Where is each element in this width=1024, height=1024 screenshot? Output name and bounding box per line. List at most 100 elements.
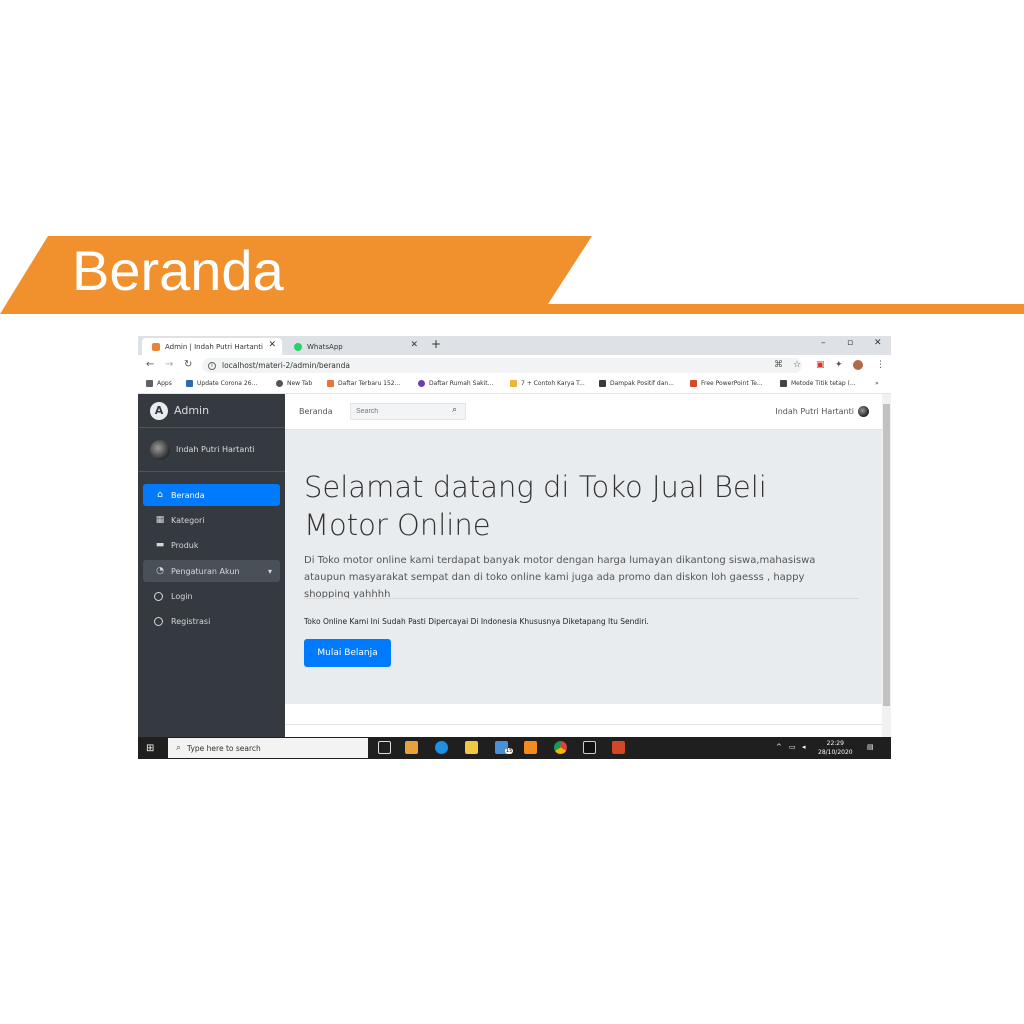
sidebar-item-label: Beranda (171, 490, 205, 500)
screenshot: Admin | Indah Putri Hartanti ✕ WhatsApp … (138, 336, 891, 759)
terminal-icon[interactable] (583, 741, 596, 754)
gauge-icon: ◔ (156, 566, 164, 576)
windows-start-icon[interactable]: ⊞ (146, 743, 154, 754)
menu-icon[interactable]: ⋮ (876, 360, 885, 370)
brand-text: Admin (174, 404, 210, 417)
file-explorer-icon[interactable] (465, 741, 478, 754)
url-text: localhost/materi-2/admin/beranda (222, 361, 351, 370)
lead-text: Di Toko motor online kami terdapat banya… (304, 555, 816, 600)
sidebar-item-pengaturan-akun[interactable]: ◔ Pengaturan Akun ▾ (143, 560, 280, 582)
bookmark-icon (418, 380, 425, 387)
profile-icon[interactable] (853, 360, 863, 370)
bookmark-item[interactable]: Daftar Rumah Sakit... (418, 380, 493, 387)
info-icon[interactable]: i (208, 361, 216, 370)
user-panel[interactable]: Indah Putri Hartanti (138, 428, 285, 472)
minimize-icon[interactable]: – (821, 338, 826, 348)
bookmark-item[interactable]: Dampak Positif dan... (599, 380, 674, 387)
bookmark-item[interactable]: New Tab (276, 380, 312, 387)
circle-icon (154, 616, 163, 626)
sidebar-item-label: Kategori (171, 515, 205, 525)
grid-icon: ▦ (155, 515, 165, 525)
volume-icon[interactable]: ◂ (802, 743, 806, 751)
sidebar-item-beranda[interactable]: ⌂ Beranda (143, 484, 280, 506)
sidebar-item-label: Pengaturan Akun (171, 566, 240, 576)
slide: Beranda Admin | Indah Putri Hartanti ✕ W… (0, 0, 1024, 1024)
whatsapp-icon (294, 342, 302, 351)
reload-icon[interactable]: ↻ (184, 359, 192, 370)
bookmark-icon (327, 380, 334, 387)
tab-label: WhatsApp (307, 342, 343, 351)
bookmark-item[interactable]: 7 + Contoh Karya T... (510, 380, 585, 387)
sidebar-item-produk[interactable]: ▬ Produk (143, 534, 280, 556)
sidebar-item-login[interactable]: Login (143, 585, 280, 607)
bookmark-icon (780, 380, 787, 387)
top-navbar: Beranda ⌕ Indah Putri Hartanti (285, 394, 885, 430)
divider (304, 598, 859, 599)
browser-tabbar: Admin | Indah Putri Hartanti ✕ WhatsApp … (138, 336, 891, 355)
bookmark-apps[interactable]: Apps (146, 380, 172, 387)
puzzle-icon[interactable]: ✦ (835, 360, 843, 370)
notification-icon[interactable]: ▤ (867, 743, 874, 751)
bookmark-item[interactable]: Update Corona 26... (186, 380, 257, 387)
page-title: Selamat datang di Toko Jual Beli Motor O… (304, 470, 767, 542)
battery-icon[interactable]: ▭ (789, 743, 796, 751)
search-icon: ⌕ (176, 743, 182, 753)
bookmark-icon (690, 380, 697, 387)
tab-whatsapp[interactable]: WhatsApp ✕ (284, 338, 424, 355)
taskbar-search[interactable]: ⌕ Type here to search (168, 738, 368, 758)
chrome-icon[interactable] (554, 741, 567, 754)
tray-chevron-icon[interactable]: ^ (776, 743, 782, 751)
brand-link[interactable]: A Admin (138, 394, 285, 428)
task-view-icon[interactable] (378, 741, 391, 754)
mulai-belanja-button[interactable]: Mulai Belanja (304, 639, 391, 667)
box-icon: ▬ (155, 540, 165, 550)
sidebar-item-label: Login (171, 591, 193, 601)
more-bookmarks-icon[interactable]: » (875, 380, 879, 387)
powerpoint-icon[interactable] (612, 741, 625, 754)
apps-icon (146, 380, 153, 387)
sidebar-item-label: Produk (171, 540, 199, 550)
mail-badge: 15 (505, 748, 514, 754)
window-close-icon[interactable]: ✕ (874, 338, 882, 348)
extension-icon[interactable]: ▣ (816, 360, 825, 370)
search-icon[interactable]: ⌕ (452, 405, 457, 415)
taskbar-search-placeholder: Type here to search (187, 743, 261, 753)
sidebar-item-label: Registrasi (171, 616, 211, 626)
search-input[interactable] (350, 403, 466, 420)
bookmark-item[interactable]: Daftar Terbaru 152... (327, 380, 400, 387)
maximize-icon[interactable]: ▫ (847, 338, 853, 348)
clock-date: 28/10/2020 (818, 749, 853, 756)
sidebar-item-registrasi[interactable]: Registrasi (143, 610, 280, 632)
globe-icon (276, 380, 283, 387)
translate-icon[interactable]: ⌘ (774, 360, 783, 370)
scrollbar-thumb[interactable] (883, 404, 890, 706)
close-icon[interactable]: ✕ (410, 340, 418, 350)
tab-admin[interactable]: Admin | Indah Putri Hartanti ✕ (142, 338, 282, 355)
banner-title: Beranda (72, 239, 284, 302)
scrollbar[interactable] (882, 394, 891, 737)
bookmark-item[interactable]: Metode Titik tetap (... (780, 380, 856, 387)
new-tab-icon[interactable]: + (431, 337, 441, 351)
bookmark-icon (599, 380, 606, 387)
sublime-icon[interactable] (524, 741, 537, 754)
circle-icon (154, 591, 163, 601)
nav-link-beranda[interactable]: Beranda (299, 407, 333, 416)
taskbar-clock[interactable]: 22:29 28/10/2020 (818, 739, 853, 757)
bookmark-item[interactable]: Free PowerPoint Te... (690, 380, 763, 387)
close-icon[interactable]: ✕ (268, 340, 276, 350)
store-icon[interactable] (405, 741, 418, 754)
navbar-user[interactable]: Indah Putri Hartanti (775, 406, 869, 417)
forward-icon[interactable]: → (165, 359, 173, 370)
admin-sidebar: A Admin Indah Putri Hartanti ⌂ Beranda ▦… (138, 394, 285, 737)
star-icon[interactable]: ☆ (793, 360, 801, 370)
sidebar-item-kategori[interactable]: ▦ Kategori (143, 509, 280, 531)
avatar (150, 439, 170, 460)
main-content: Beranda ⌕ Indah Putri Hartanti Selamat d… (285, 394, 885, 737)
navbar-username: Indah Putri Hartanti (775, 407, 854, 416)
bookmark-icon (510, 380, 517, 387)
back-icon[interactable]: ← (146, 359, 154, 370)
chevron-down-icon: ▾ (267, 566, 272, 576)
edge-icon[interactable] (435, 741, 448, 754)
footer-divider (285, 724, 882, 725)
url-field[interactable]: i localhost/materi-2/admin/beranda (202, 358, 802, 373)
